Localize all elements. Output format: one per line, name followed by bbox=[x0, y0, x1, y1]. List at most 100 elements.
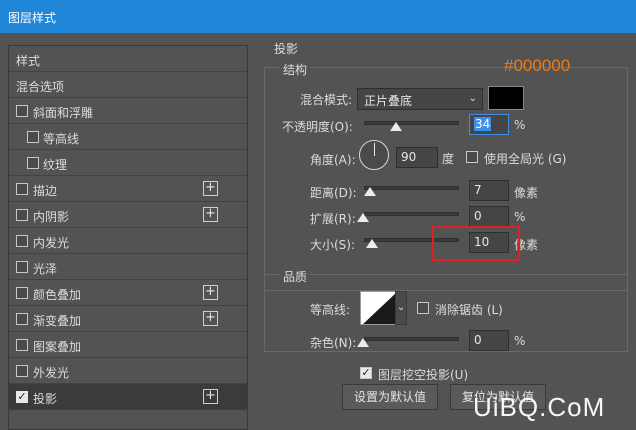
global-light-checkbox[interactable] bbox=[466, 151, 478, 163]
sidebar-item-label: 纹理 bbox=[43, 158, 68, 172]
chevron-down-icon: ⌄ bbox=[468, 93, 477, 104]
contour-picker[interactable] bbox=[360, 291, 396, 325]
opacity-label: 不透明度(O): bbox=[282, 120, 353, 134]
window-title: 图层样式 bbox=[8, 11, 57, 25]
noise-slider[interactable] bbox=[364, 337, 459, 341]
sidebar-item[interactable]: 斜面和浮雕 bbox=[9, 98, 247, 124]
structure-title: 结构 bbox=[280, 61, 311, 78]
knockout-label: 图层挖空投影(U) bbox=[378, 368, 469, 382]
opacity-value: 34 bbox=[474, 117, 492, 131]
sidebar-item-label: 描边 bbox=[33, 184, 58, 198]
sidebar-item[interactable]: 混合选项 bbox=[9, 72, 247, 98]
blend-mode-select[interactable]: 正片叠底 ⌄ bbox=[357, 88, 483, 110]
highlight-box bbox=[432, 226, 520, 261]
sidebar-item-checkbox[interactable] bbox=[16, 339, 28, 351]
sidebar-item-checkbox[interactable] bbox=[16, 313, 28, 325]
sidebar-item-label: 颜色叠加 bbox=[33, 288, 82, 302]
section-title: 投影 bbox=[274, 42, 299, 56]
noise-unit: % bbox=[514, 334, 526, 348]
opacity-unit: % bbox=[514, 118, 526, 132]
sidebar-item[interactable]: 纹理 bbox=[9, 150, 247, 176]
spread-slider-thumb[interactable] bbox=[357, 213, 369, 222]
distance-slider-thumb[interactable] bbox=[364, 187, 376, 196]
sidebar-item-label: 内阴影 bbox=[33, 210, 70, 224]
distance-slider[interactable] bbox=[364, 186, 459, 190]
chevron-down-icon: ⌄ bbox=[396, 302, 406, 313]
plus-icon[interactable]: + bbox=[203, 311, 218, 326]
angle-value: 90 bbox=[401, 150, 417, 164]
noise-value: 0 bbox=[474, 333, 482, 347]
opacity-input[interactable]: 34 bbox=[469, 114, 509, 135]
sidebar-item[interactable]: 内阴影 + bbox=[9, 202, 247, 228]
opacity-slider-thumb[interactable] bbox=[390, 122, 402, 131]
spread-value: 0 bbox=[474, 209, 482, 223]
global-light-label: 使用全局光 (G) bbox=[484, 152, 567, 166]
size-slider-thumb[interactable] bbox=[366, 239, 378, 248]
plus-icon[interactable]: + bbox=[203, 389, 218, 404]
distance-value: 7 bbox=[474, 183, 482, 197]
sidebar-item-label: 斜面和浮雕 bbox=[33, 106, 94, 120]
spread-input[interactable]: 0 bbox=[469, 206, 509, 227]
contour-label: 等高线: bbox=[310, 303, 351, 317]
opacity-slider[interactable] bbox=[364, 121, 459, 125]
sidebar-item-label: 图案叠加 bbox=[33, 340, 82, 354]
sidebar-item-label: 外发光 bbox=[33, 366, 70, 380]
sidebar-item-checkbox[interactable]: ✓ bbox=[16, 391, 28, 403]
sidebar-item[interactable]: 描边 + bbox=[9, 176, 247, 202]
blend-mode-label: 混合模式: bbox=[300, 93, 353, 107]
sidebar-item-checkbox[interactable] bbox=[16, 105, 28, 117]
sidebar-item[interactable]: ✓ 投影 + bbox=[9, 384, 247, 410]
sidebar-item-checkbox[interactable] bbox=[16, 235, 28, 247]
angle-label: 角度(A): bbox=[310, 153, 356, 167]
sidebar-item[interactable]: 等高线 bbox=[9, 124, 247, 150]
noise-input[interactable]: 0 bbox=[469, 330, 509, 351]
contour-curve-icon bbox=[363, 293, 395, 324]
sidebar-item[interactable]: 颜色叠加 + bbox=[9, 280, 247, 306]
blend-mode-value: 正片叠底 bbox=[364, 94, 413, 108]
sidebar-item[interactable]: 外发光 bbox=[9, 358, 247, 384]
sidebar-item-checkbox[interactable] bbox=[16, 209, 28, 221]
plus-icon[interactable]: + bbox=[203, 181, 218, 196]
distance-input[interactable]: 7 bbox=[469, 180, 509, 201]
sidebar-item-checkbox[interactable] bbox=[16, 183, 28, 195]
sidebar-item-label: 混合选项 bbox=[16, 80, 65, 94]
sidebar-item-checkbox[interactable] bbox=[27, 157, 39, 169]
color-hex-annotation: #000000 bbox=[504, 56, 571, 75]
sidebar-item-label: 内发光 bbox=[33, 236, 70, 250]
size-label: 大小(S): bbox=[310, 238, 356, 252]
spread-label: 扩展(R): bbox=[310, 212, 356, 226]
plus-icon[interactable]: + bbox=[203, 285, 218, 300]
sidebar-item-checkbox[interactable] bbox=[16, 287, 28, 299]
angle-input[interactable]: 90 bbox=[396, 147, 438, 168]
sidebar-item-label: 光泽 bbox=[33, 262, 58, 276]
sidebar-item[interactable]: 光泽 bbox=[9, 254, 247, 280]
sidebar-item-checkbox[interactable] bbox=[16, 365, 28, 377]
contour-dropdown[interactable]: ⌄ bbox=[395, 291, 407, 325]
drop-shadow-panel: 投影 结构 混合模式: 正片叠底 ⌄ #000000 不透明度(O): 34 %… bbox=[254, 33, 636, 430]
angle-unit: 度 bbox=[442, 152, 455, 166]
sidebar-item-label: 渐变叠加 bbox=[33, 314, 82, 328]
sidebar-item-label: 等高线 bbox=[43, 132, 80, 146]
spread-slider[interactable] bbox=[364, 212, 459, 216]
sidebar-item[interactable]: 图案叠加 bbox=[9, 332, 247, 358]
antialias-checkbox[interactable] bbox=[417, 302, 429, 314]
distance-unit: 像素 bbox=[514, 186, 539, 200]
set-default-button[interactable]: 设置为默认值 bbox=[342, 384, 438, 410]
quality-title: 品质 bbox=[280, 268, 311, 285]
noise-slider-thumb[interactable] bbox=[357, 338, 369, 347]
sidebar-item-label: 投影 bbox=[33, 392, 58, 406]
plus-icon[interactable]: + bbox=[203, 207, 218, 222]
sidebar-item-checkbox[interactable] bbox=[27, 131, 39, 143]
shadow-color-swatch[interactable] bbox=[488, 86, 524, 110]
watermark: UiBQ.CoM bbox=[473, 392, 606, 422]
distance-label: 距离(D): bbox=[310, 186, 357, 200]
sidebar-item-checkbox[interactable] bbox=[16, 261, 28, 273]
knockout-checkbox[interactable]: ✓ bbox=[360, 367, 372, 379]
sidebar-item-label: 样式 bbox=[16, 54, 41, 68]
sidebar-item[interactable]: 内发光 bbox=[9, 228, 247, 254]
angle-dial[interactable] bbox=[359, 140, 389, 170]
sidebar-item[interactable]: 渐变叠加 + bbox=[9, 306, 247, 332]
noise-label: 杂色(N): bbox=[310, 336, 357, 350]
antialias-label: 消除锯齿 (L) bbox=[435, 303, 503, 317]
sidebar-item[interactable]: 样式 bbox=[9, 46, 247, 72]
